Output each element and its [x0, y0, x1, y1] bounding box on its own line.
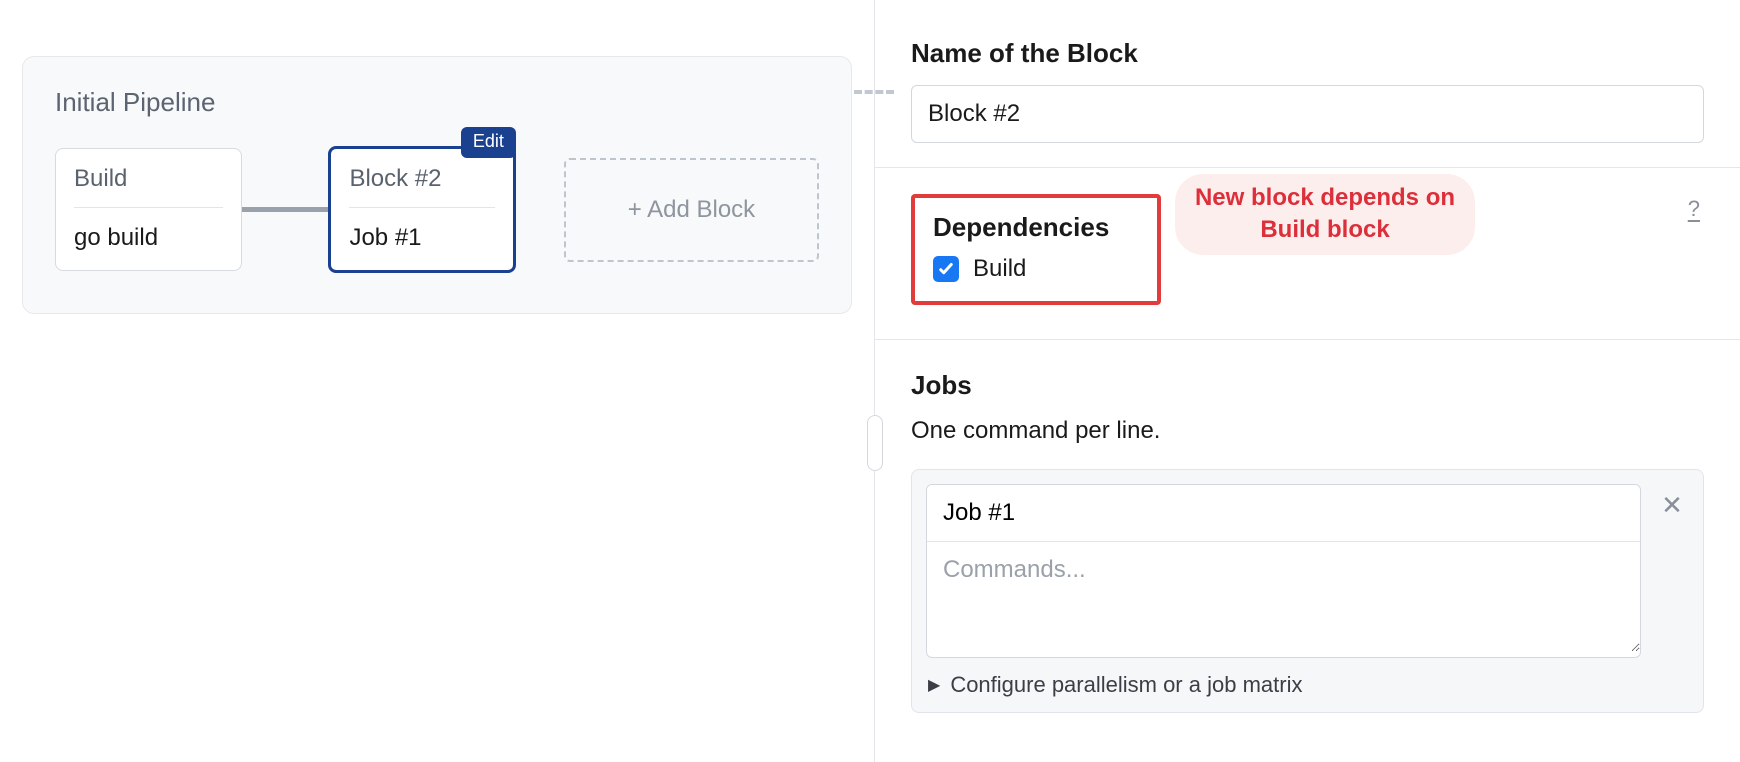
block-editor-panel: Name of the Block ? Dependencies Build N… — [874, 0, 1740, 762]
pipeline-title: Initial Pipeline — [55, 87, 819, 118]
job-commands-textarea[interactable] — [927, 542, 1640, 652]
block-connector — [242, 207, 328, 212]
dependencies-section: ? Dependencies Build New block depends o… — [875, 168, 1740, 340]
jobs-container: ▶ Configure parallelism or a job matrix … — [911, 469, 1704, 713]
configure-parallelism-toggle[interactable]: ▶ Configure parallelism or a job matrix — [926, 672, 1641, 698]
panel-resize-handle[interactable] — [867, 415, 883, 471]
block-job: go build — [74, 224, 223, 252]
name-section: Name of the Block — [875, 20, 1740, 168]
check-icon — [937, 260, 955, 278]
pipeline-block-build[interactable]: Build go build — [55, 148, 242, 271]
job-name-input[interactable] — [927, 485, 1640, 542]
edit-badge[interactable]: Edit — [461, 127, 516, 158]
dependency-checkbox-checked[interactable] — [933, 256, 959, 282]
jobs-section: Jobs One command per line. ▶ Configure p… — [875, 340, 1740, 713]
dependency-row[interactable]: Build — [933, 255, 1139, 283]
name-heading: Name of the Block — [911, 38, 1704, 69]
pipeline-canvas: Initial Pipeline Build go build Edit Blo… — [0, 0, 874, 762]
triangle-right-icon: ▶ — [928, 675, 940, 695]
block-name-input[interactable] — [911, 85, 1704, 143]
jobs-subtext: One command per line. — [911, 417, 1704, 445]
dependency-label: Build — [973, 255, 1026, 283]
pipeline-block-block2[interactable]: Edit Block #2 Job #1 — [328, 146, 515, 273]
help-icon[interactable]: ? — [1688, 196, 1700, 222]
dependencies-highlighted-frame: Dependencies Build — [911, 194, 1161, 305]
job-card — [926, 484, 1641, 658]
parallelism-label: Configure parallelism or a job matrix — [950, 672, 1302, 698]
annotation-callout: New block depends on Build block — [1175, 174, 1475, 255]
remove-job-button[interactable]: ✕ — [1655, 488, 1689, 522]
jobs-heading: Jobs — [911, 370, 1704, 401]
block-name: Build — [74, 165, 223, 208]
block-name: Block #2 — [349, 165, 494, 208]
close-icon: ✕ — [1661, 490, 1683, 521]
dependencies-heading: Dependencies — [933, 212, 1139, 243]
block-job: Job #1 — [349, 224, 494, 252]
add-block-button[interactable]: + Add Block — [564, 158, 819, 262]
pipeline-card: Initial Pipeline Build go build Edit Blo… — [22, 56, 852, 314]
blocks-row: Build go build Edit Block #2 Job #1 + Ad… — [55, 146, 819, 273]
add-block-label: + Add Block — [628, 196, 755, 224]
